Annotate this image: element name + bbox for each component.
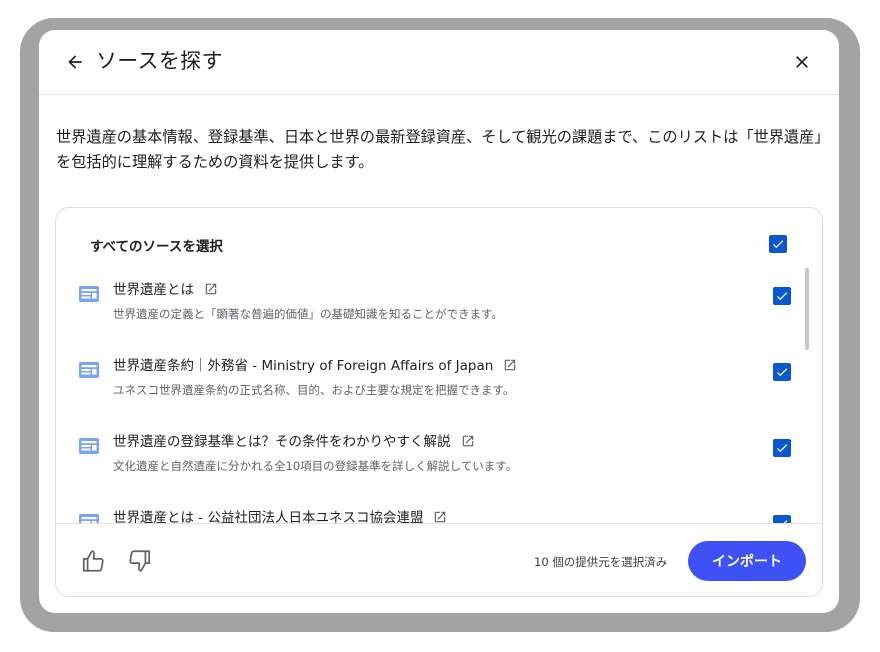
- import-button[interactable]: インポート: [688, 541, 806, 581]
- web-source-icon: [79, 286, 99, 302]
- open-in-new-icon[interactable]: [461, 434, 475, 448]
- source-checkbox[interactable]: [773, 515, 791, 523]
- thumb-down-icon[interactable]: [127, 548, 153, 574]
- sources-panel: すべてのソースを選択 世界遺産とは 世界遺産の定義と「顕著な普遍的価値」の基礎知…: [55, 207, 823, 597]
- source-description: 世界遺産の定義と「顕著な普遍的価値」の基礎知識を知ることができます。: [113, 307, 503, 321]
- dialog-title: ソースを探す: [96, 49, 223, 73]
- open-in-new-icon[interactable]: [433, 510, 447, 523]
- source-description: 文化遺産と自然遺産に分かれる全10項目の登録基準を詳しく解説しています。: [113, 459, 518, 473]
- open-in-new-icon[interactable]: [503, 358, 517, 372]
- source-item: 世界遺産の登録基準とは？その条件をわかりやすく解説 文化遺産と自然遺産に分かれる…: [56, 418, 822, 494]
- source-title[interactable]: 世界遺産とは: [113, 278, 218, 298]
- select-all-checkbox[interactable]: [769, 235, 787, 253]
- source-list: 世界遺産とは 世界遺産の定義と「顕著な普遍的価値」の基礎知識を知ることができます…: [56, 266, 822, 523]
- selected-count: 10 個の提供元を選択済み: [534, 555, 668, 569]
- web-source-icon: [79, 362, 99, 378]
- thumb-up-icon[interactable]: [80, 548, 106, 574]
- close-button[interactable]: [790, 50, 814, 74]
- source-title[interactable]: 世界遺産条約｜外務省 - Ministry of Foreign Affairs…: [113, 354, 517, 374]
- find-sources-dialog: ソースを探す 世界遺産の基本情報、登録基準、日本と世界の最新登録資産、そして観光…: [39, 30, 839, 613]
- checkmark-icon: [776, 444, 788, 453]
- checkmark-icon: [772, 240, 784, 249]
- dialog-header: ソースを探す: [39, 30, 839, 95]
- web-source-icon: [79, 438, 99, 454]
- open-in-new-icon[interactable]: [204, 282, 218, 296]
- source-item: 世界遺産条約｜外務省 - Ministry of Foreign Affairs…: [56, 342, 822, 418]
- checkmark-icon: [776, 292, 788, 301]
- close-icon: [796, 56, 808, 68]
- dialog-description: 世界遺産の基本情報、登録基準、日本と世界の最新登録資産、そして観光の課題まで、こ…: [56, 128, 830, 171]
- list-scrollbar[interactable]: [805, 268, 809, 350]
- source-checkbox[interactable]: [773, 439, 791, 457]
- source-checkbox[interactable]: [773, 287, 791, 305]
- source-item: 世界遺産とは 世界遺産の定義と「顕著な普遍的価値」の基礎知識を知ることができます…: [56, 266, 822, 342]
- web-source-icon: [79, 514, 99, 523]
- source-description: ユネスコ世界遺産条約の正式名称、目的、および主要な規定を把握できます。: [113, 383, 515, 397]
- source-item: 世界遺産とは - 公益社団法人日本ユネスコ協会連盟: [56, 494, 822, 523]
- source-title[interactable]: 世界遺産とは - 公益社団法人日本ユネスコ協会連盟: [113, 506, 447, 523]
- arrow-back-icon: [68, 55, 82, 69]
- checkmark-icon: [776, 368, 788, 377]
- source-title[interactable]: 世界遺産の登録基準とは？その条件をわかりやすく解説: [113, 430, 475, 450]
- panel-footer: 10 個の提供元を選択済み インポート: [56, 523, 822, 596]
- select-all-label: すべてのソースを選択: [90, 239, 223, 255]
- back-button[interactable]: [63, 50, 87, 74]
- source-checkbox[interactable]: [773, 363, 791, 381]
